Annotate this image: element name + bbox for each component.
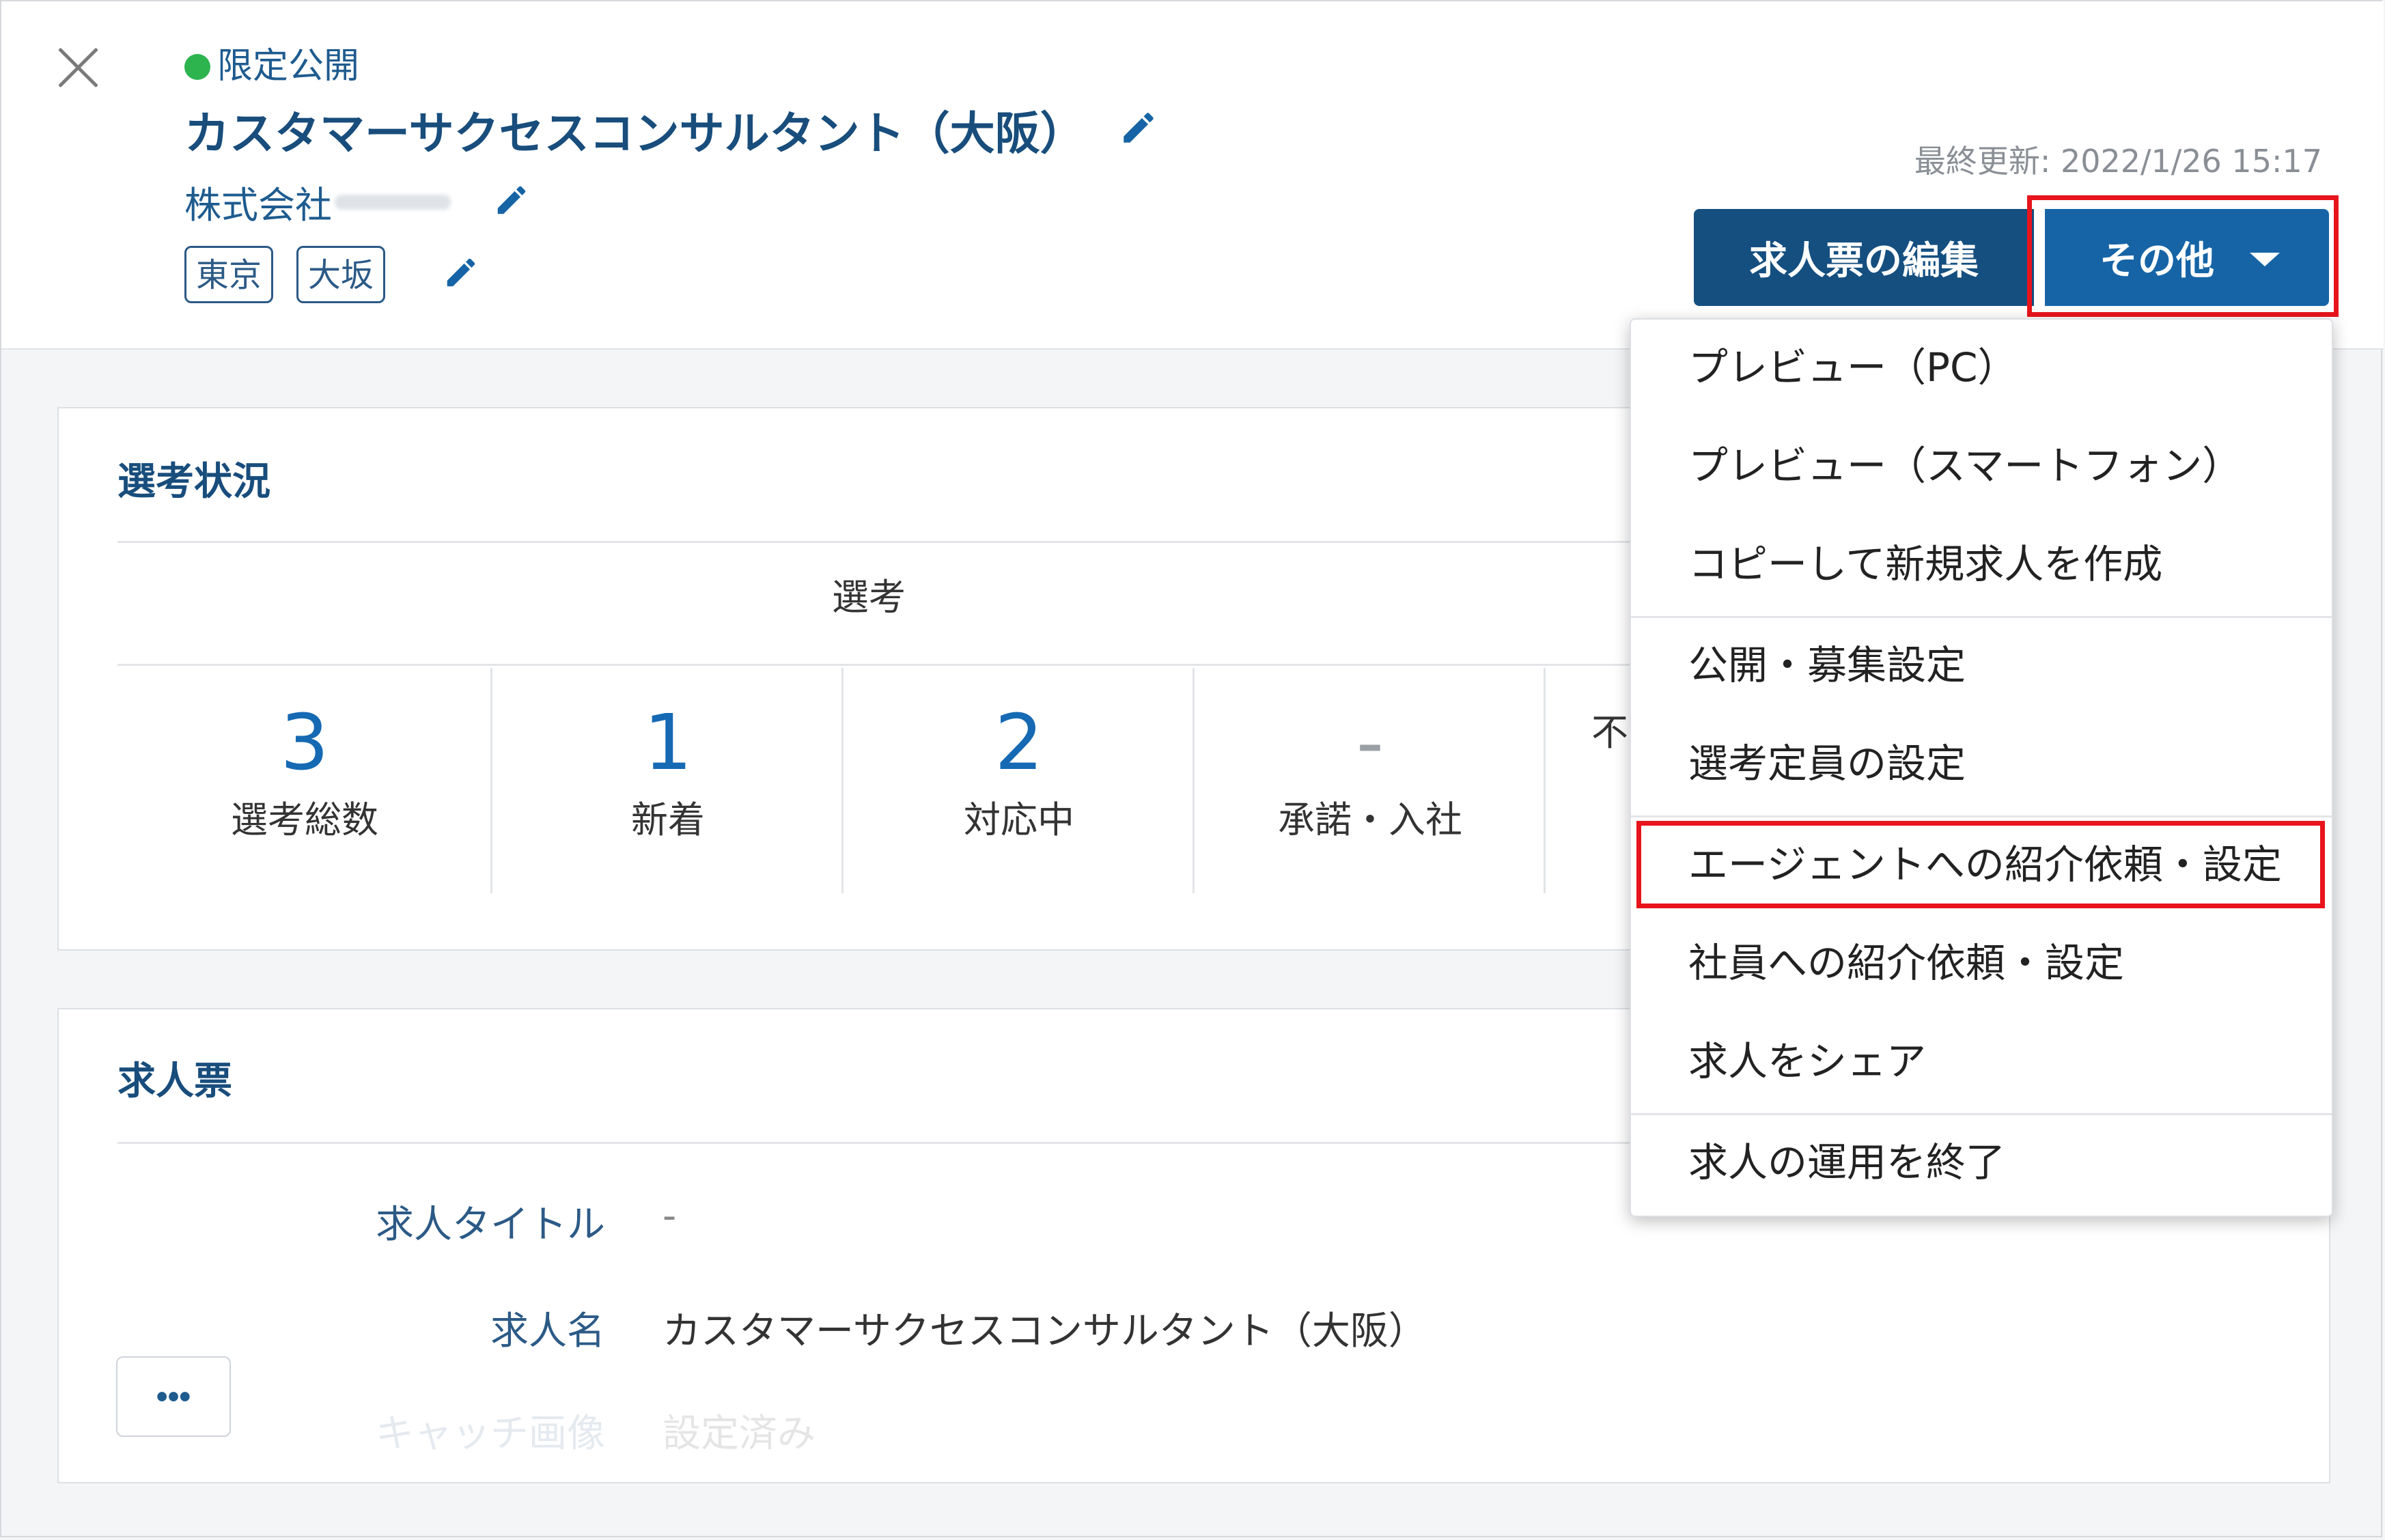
company-label: 株式会社 <box>184 184 332 227</box>
field-value: - <box>662 1194 677 1238</box>
menu-item-preview-pc[interactable]: プレビュー（PC） <box>1631 320 2332 415</box>
field-value: 設定済み <box>662 1412 815 1456</box>
stat-new[interactable]: 1 新着 <box>493 668 843 843</box>
menu-item-employee-referral[interactable]: 社員への紹介依頼・設定 <box>1631 915 2332 1011</box>
menu-item-publish-settings[interactable]: 公開・募集設定 <box>1631 617 2332 713</box>
divider <box>1192 668 1195 893</box>
job-title: カスタマーサクセスコンサルタント（大阪） <box>184 107 1085 160</box>
field-label: キャッチ画像 <box>376 1412 605 1456</box>
edit-tags-pencil-icon[interactable] <box>443 254 479 291</box>
job-header: 限定公開 カスタマーサクセスコンサルタント（大阪） 株式会社 東京 大坂 最終更… <box>1 1 2384 350</box>
selection-group-header: 選考 <box>832 576 906 619</box>
field-label: 求人タイトル <box>376 1203 605 1247</box>
menu-item-preview-smartphone[interactable]: プレビュー（スマートフォン） <box>1631 418 2332 514</box>
other-dropdown-button[interactable]: その他 <box>2045 209 2329 306</box>
menu-item-share-job[interactable]: 求人をシェア <box>1631 1013 2332 1109</box>
caret-down-icon <box>2250 253 2280 266</box>
section-title: 選考状況 <box>117 460 270 504</box>
publish-status: 限定公開 <box>184 37 359 88</box>
stat-label: 承諾・入社 <box>1278 798 1462 841</box>
stat-label: 選考総数 <box>231 798 378 841</box>
divider <box>490 668 492 893</box>
close-icon[interactable] <box>51 40 105 94</box>
stat-total[interactable]: 3 選考総数 <box>117 668 492 843</box>
menu-item-agent-referral[interactable]: エージェントへの紹介依頼・設定 <box>1631 817 2332 912</box>
section-title: 求人票 <box>117 1059 232 1104</box>
other-dropdown-menu: プレビュー（PC） プレビュー（スマートフォン） コピーして新規求人を作成 公開… <box>1630 318 2333 1217</box>
divider <box>841 668 843 893</box>
stat-label: 対応中 <box>964 798 1074 841</box>
other-button-label: その他 <box>2100 238 2214 283</box>
edit-title-pencil-icon[interactable] <box>1119 108 1158 148</box>
stat-accepted[interactable]: - 承諾・入社 <box>1195 668 1545 843</box>
last-updated: 最終更新: 2022/1/26 15:17 <box>1914 143 2322 180</box>
stat-value: 2 <box>994 699 1044 787</box>
edit-company-pencil-icon[interactable] <box>493 182 530 219</box>
menu-item-end-job[interactable]: 求人の運用を終了 <box>1631 1115 2332 1210</box>
location-tag: 東京 <box>184 246 274 303</box>
stat-value: 1 <box>643 699 693 787</box>
field-value: カスタマーサクセスコンサルタント（大阪） <box>662 1309 1427 1354</box>
divider <box>1544 668 1546 893</box>
company-name-blurred <box>335 195 451 210</box>
edit-job-button[interactable]: 求人票の編集 <box>1694 209 2034 306</box>
status-dot-icon <box>184 54 210 80</box>
status-label: 限定公開 <box>217 46 360 87</box>
menu-item-selection-capacity[interactable]: 選考定員の設定 <box>1631 716 2332 811</box>
location-tag: 大坂 <box>296 246 386 303</box>
stat-value: - <box>1356 699 1384 787</box>
company-name: 株式会社 <box>184 175 451 229</box>
field-label: 求人名 <box>490 1309 605 1354</box>
stat-in-progress[interactable]: 2 対応中 <box>844 668 1194 843</box>
stat-label: 新着 <box>631 798 705 841</box>
more-options-button[interactable]: ••• <box>116 1356 231 1437</box>
menu-item-copy-new-job[interactable]: コピーして新規求人を作成 <box>1631 516 2332 612</box>
stat-value: 3 <box>280 699 329 787</box>
